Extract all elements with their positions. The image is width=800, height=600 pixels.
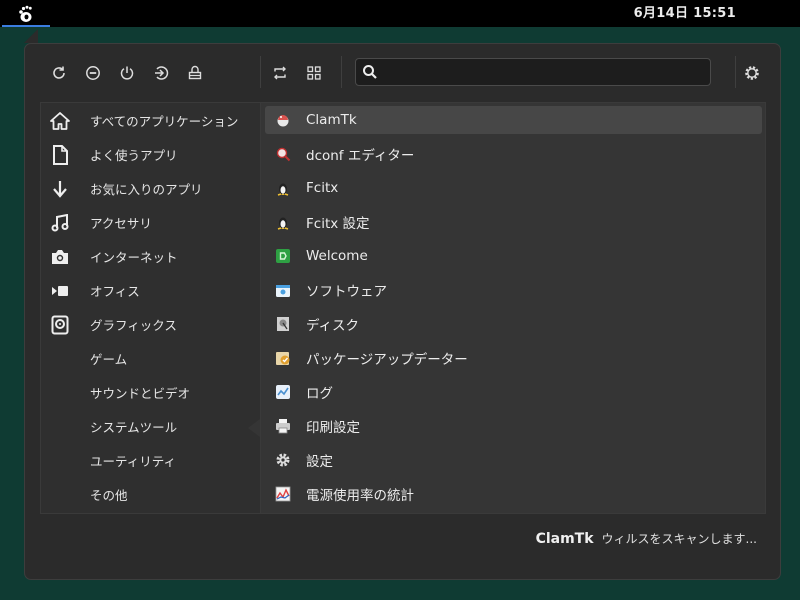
music-place[interactable] [49, 212, 71, 234]
downloads-place[interactable] [49, 178, 71, 200]
drive-icon [51, 315, 69, 335]
pictures-place[interactable] [49, 246, 71, 268]
logs-icon [275, 384, 291, 400]
document-icon [53, 145, 68, 165]
menu-pointer [24, 29, 38, 43]
app-settings[interactable]: 設定 [265, 446, 762, 474]
app-welcome[interactable]: Welcome [265, 242, 762, 270]
lock-icon [86, 66, 100, 80]
activities-button[interactable] [0, 0, 50, 27]
power-button[interactable] [114, 60, 140, 86]
home-icon [50, 112, 70, 130]
updater-icon [275, 350, 291, 366]
home-place[interactable] [49, 110, 71, 132]
app-software[interactable]: ソフトウェア [265, 276, 762, 304]
music-icon [51, 214, 69, 232]
top-bar: 6月14日 15:51 [0, 0, 800, 27]
app-label: ClamTk [306, 112, 357, 128]
clock[interactable]: 6月14日 15:51 [634, 0, 736, 27]
search-icon [363, 65, 377, 79]
refresh-icon [53, 66, 65, 79]
app-label: 電源使用率の統計 [306, 488, 414, 504]
app-power-statistics[interactable]: 電源使用率の統計 [265, 480, 762, 508]
disks-icon [275, 316, 291, 332]
toolbar-separator [260, 56, 261, 88]
welcome-icon [275, 248, 291, 264]
category-all[interactable]: すべてのアプリケーション [77, 105, 260, 139]
grid-view-icon [307, 66, 321, 80]
hibernate-icon [188, 65, 202, 80]
penguin-icon [275, 180, 291, 196]
search-box[interactable] [355, 58, 711, 86]
active-category-indicator [248, 419, 260, 437]
gnome-foot-icon [19, 5, 32, 22]
clamtk-icon [275, 112, 291, 128]
app-label: パッケージアップデーター [306, 352, 468, 368]
app-label: 印刷設定 [306, 420, 360, 436]
power-icon [120, 66, 134, 80]
download-icon [53, 181, 67, 198]
app-label: Fcitx [306, 180, 339, 196]
places-sidebar [40, 102, 78, 514]
category-sound-video[interactable]: サウンドとビデオ [77, 377, 260, 411]
grid-view-button[interactable] [301, 60, 327, 86]
videos-place[interactable] [49, 280, 71, 302]
logout-button[interactable] [148, 60, 174, 86]
logout-icon [155, 66, 169, 80]
app-label: ディスク [306, 318, 360, 334]
app-label: ログ [306, 386, 333, 402]
dconf-icon [275, 146, 291, 162]
app-list: ClamTk dconf エディター Fcitx Fcitx 設定 Welcom… [260, 102, 766, 514]
app-label: Welcome [306, 248, 368, 264]
app-package-updater[interactable]: パッケージアップデーター [265, 344, 762, 372]
category-system-tools[interactable]: システムツール [77, 411, 260, 445]
app-logs[interactable]: ログ [265, 378, 762, 406]
activities-indicator [2, 25, 50, 27]
settings-gear-icon [275, 452, 291, 468]
settings-button[interactable] [739, 60, 765, 86]
app-print-settings[interactable]: 印刷設定 [265, 412, 762, 440]
power-stats-icon [275, 486, 291, 502]
video-icon [52, 286, 68, 296]
category-graphics[interactable]: グラフィックス [77, 309, 260, 343]
app-clamtk[interactable]: ClamTk [265, 106, 762, 134]
app-label: dconf エディター [306, 148, 415, 164]
app-fcitx[interactable]: Fcitx [265, 174, 762, 202]
printer-icon [275, 418, 291, 434]
category-games[interactable]: ゲーム [77, 343, 260, 377]
gear-icon [745, 66, 759, 80]
selected-app-description: ウィルスをスキャンします... [601, 532, 757, 546]
app-disks[interactable]: ディスク [265, 310, 762, 338]
selected-app-name: ClamTk [535, 531, 594, 547]
refresh-button[interactable] [46, 60, 72, 86]
category-list: すべてのアプリケーション よく使うアプリ お気に入りのアプリ アクセサリ インタ… [77, 102, 260, 514]
category-frequent[interactable]: よく使うアプリ [77, 139, 260, 173]
app-label: ソフトウェア [306, 284, 387, 300]
documents-place[interactable] [49, 144, 71, 166]
switch-view-button[interactable] [267, 60, 293, 86]
lock-screen-button[interactable] [80, 60, 106, 86]
app-fcitx-settings[interactable]: Fcitx 設定 [265, 208, 762, 236]
category-accessories[interactable]: アクセサリ [77, 207, 260, 241]
category-favorites[interactable]: お気に入りのアプリ [77, 173, 260, 207]
drive-place[interactable] [49, 314, 71, 336]
penguin-icon [275, 214, 291, 230]
switch-view-icon [274, 66, 286, 80]
category-office[interactable]: オフィス [77, 275, 260, 309]
app-label: Fcitx 設定 [306, 216, 370, 232]
camera-icon [52, 250, 68, 264]
category-utilities[interactable]: ユーティリティ [77, 445, 260, 479]
category-internet[interactable]: インターネット [77, 241, 260, 275]
toolbar-separator [341, 56, 342, 88]
app-label: 設定 [306, 454, 333, 470]
app-description: ClamTk ウィルスをスキャンします... [536, 530, 757, 550]
toolbar-separator [735, 56, 736, 88]
software-icon [275, 282, 291, 298]
search-input[interactable] [384, 62, 704, 82]
app-dconf-editor[interactable]: dconf エディター [265, 140, 762, 168]
hibernate-button[interactable] [182, 60, 208, 86]
category-other[interactable]: その他 [77, 479, 260, 513]
